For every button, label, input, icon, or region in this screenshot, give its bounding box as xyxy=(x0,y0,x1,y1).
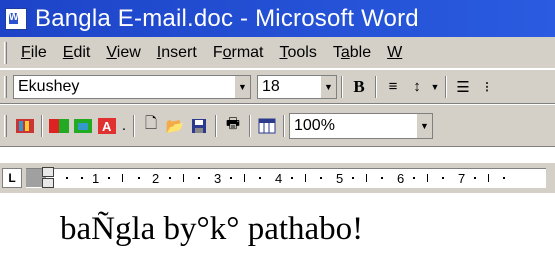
standard-toolbar: A . 🗋 📂 🖶 100% ▼ xyxy=(0,105,555,147)
numbering-icon[interactable]: ☰ xyxy=(451,75,475,99)
font-name-value: Ekushey xyxy=(18,77,80,95)
chevron-down-icon[interactable]: ▼ xyxy=(416,113,432,138)
font-color-icon[interactable]: A xyxy=(95,114,119,138)
ruler-number: 3 xyxy=(214,171,222,186)
formatting-toolbar: Ekushey ▼ 18 ▼ B ≡ ↕ ▼ ☰ ⁝ xyxy=(0,70,555,104)
document-text[interactable]: baÑgla by°k° pathabo! xyxy=(60,211,363,248)
ruler-number: 1 xyxy=(92,171,100,186)
ruler-number: 6 xyxy=(397,171,405,186)
new-document-icon[interactable]: 🗋 xyxy=(139,114,163,138)
open-folder-icon[interactable]: 📂 xyxy=(163,114,187,138)
horizontal-ruler[interactable]: 1 2 3 4 5 6 7 xyxy=(26,167,546,188)
title-bar: Bangla E-mail.doc - Microsoft Word xyxy=(0,0,555,37)
toolbar-separator xyxy=(283,114,285,137)
ruler-number: 4 xyxy=(275,171,283,186)
ruler-bar: L 1 2 3 4 5 6 7 xyxy=(0,163,555,193)
menu-table[interactable]: Table xyxy=(325,44,379,62)
word-document-icon[interactable] xyxy=(5,7,27,30)
toolbar-separator xyxy=(375,75,377,98)
dropdown-dot-icon[interactable]: . xyxy=(119,114,129,138)
menu-window[interactable]: W xyxy=(379,44,410,62)
hanging-indent-marker[interactable] xyxy=(42,178,54,188)
first-line-indent-marker[interactable] xyxy=(42,167,54,177)
document-area[interactable]: baÑgla by°k° pathabo! xyxy=(0,193,555,277)
svg-text:A: A xyxy=(102,119,112,134)
ruler-number: 2 xyxy=(152,171,160,186)
print-icon[interactable]: 🖶 xyxy=(221,114,245,138)
toolbar-separator xyxy=(445,75,447,98)
tab-selector[interactable]: L xyxy=(2,168,22,188)
menu-bar: File Edit View Insert Format Tools Table… xyxy=(0,37,555,69)
menu-file[interactable]: File xyxy=(13,44,55,62)
toolbar-separator xyxy=(341,75,343,98)
menu-edit[interactable]: Edit xyxy=(55,44,99,62)
bangla-app-icon[interactable] xyxy=(13,114,37,138)
menu-format[interactable]: Format xyxy=(205,44,272,62)
window-title: Bangla E-mail.doc - Microsoft Word xyxy=(35,4,419,32)
standard-toolbar-grip[interactable] xyxy=(4,114,7,137)
chevron-down-icon[interactable]: ▼ xyxy=(234,75,250,98)
toolbar-separator xyxy=(215,114,217,137)
menubar-grip[interactable] xyxy=(4,41,7,64)
bold-button[interactable]: B xyxy=(347,75,371,99)
align-center-icon[interactable]: ≡ xyxy=(381,75,405,99)
save-icon[interactable] xyxy=(187,114,211,138)
chevron-down-icon[interactable]: ▼ xyxy=(429,75,441,99)
ruler-number: 5 xyxy=(336,171,344,186)
toolbar-separator xyxy=(133,114,135,137)
formatting-toolbar-grip[interactable] xyxy=(4,75,7,98)
toolbar-separator xyxy=(249,114,251,137)
ruler-number: 7 xyxy=(458,171,466,186)
menu-insert[interactable]: Insert xyxy=(149,44,205,62)
insert-table-icon[interactable] xyxy=(255,114,279,138)
zoom-select[interactable]: 100% ▼ xyxy=(289,112,433,139)
menu-tools[interactable]: Tools xyxy=(272,44,325,62)
bangla-keyboard-icon[interactable] xyxy=(71,114,95,138)
line-spacing-icon[interactable]: ↕ xyxy=(405,75,429,99)
bullets-icon[interactable]: ⁝ xyxy=(475,75,499,99)
chevron-down-icon[interactable]: ▼ xyxy=(320,75,336,98)
font-name-select[interactable]: Ekushey ▼ xyxy=(13,74,251,99)
zoom-value: 100% xyxy=(294,116,335,134)
bangla-n-icon[interactable] xyxy=(47,114,71,138)
font-size-value: 18 xyxy=(262,77,280,95)
menu-view[interactable]: View xyxy=(98,44,148,62)
toolbar-separator xyxy=(41,114,43,137)
font-size-select[interactable]: 18 ▼ xyxy=(257,74,337,99)
